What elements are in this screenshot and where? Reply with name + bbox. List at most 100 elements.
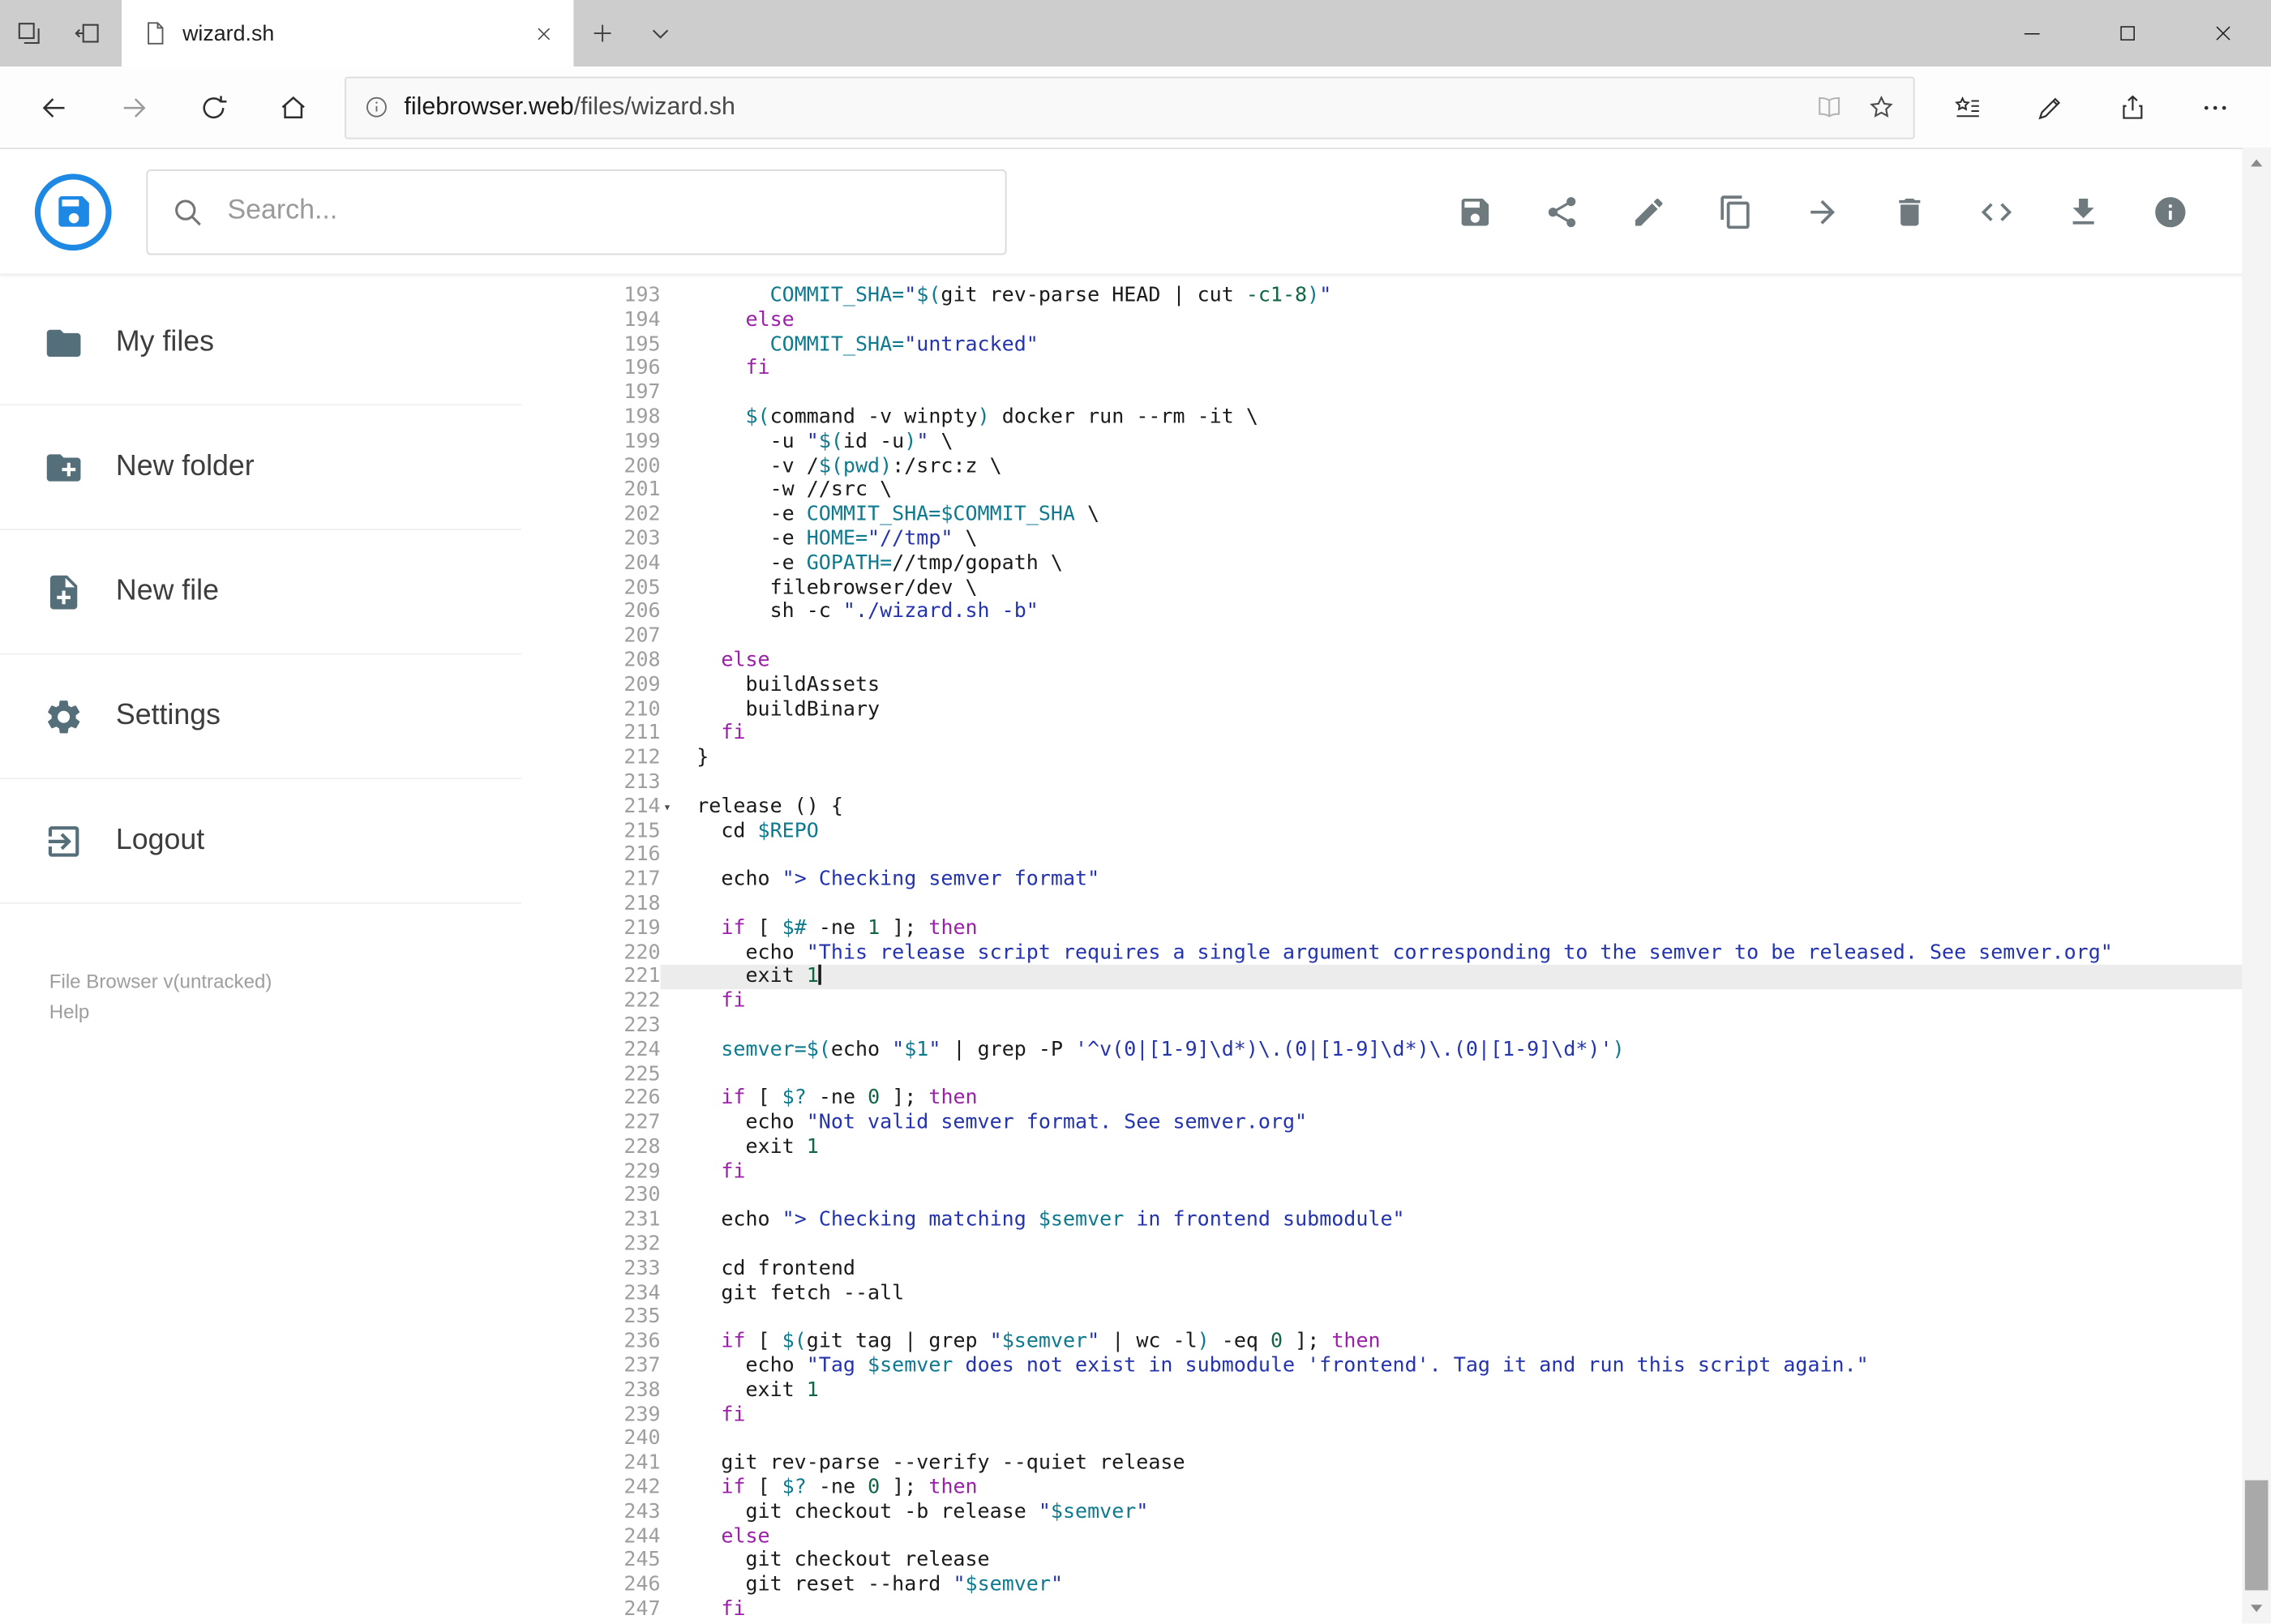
code-line[interactable]: 216 bbox=[521, 843, 2242, 868]
code-line[interactable]: 196 fi bbox=[521, 357, 2242, 381]
fold-arrow-icon[interactable]: ▾ bbox=[663, 796, 671, 821]
code-line[interactable]: 228 exit 1 bbox=[521, 1135, 2242, 1159]
code-line[interactable]: 199 -u "$(id -u)" \ bbox=[521, 430, 2242, 454]
code-line[interactable]: 247 fi bbox=[521, 1597, 2242, 1622]
copy-button[interactable] bbox=[1691, 168, 1778, 255]
code-line[interactable]: 207 bbox=[521, 624, 2242, 649]
reading-view-button[interactable] bbox=[1815, 92, 1844, 122]
code-line[interactable]: 218 bbox=[521, 892, 2242, 916]
settings-menu-button[interactable] bbox=[2174, 75, 2256, 139]
home-button[interactable] bbox=[254, 75, 333, 139]
code-line[interactable]: 243 git checkout -b release "$semver" bbox=[521, 1500, 2242, 1524]
sidebar-item-new-folder[interactable]: New folder bbox=[0, 405, 522, 530]
sidebar-item-new-file[interactable]: New file bbox=[0, 530, 522, 655]
delete-button[interactable] bbox=[1866, 168, 1952, 255]
share-button[interactable] bbox=[2091, 75, 2174, 139]
code-line[interactable]: 225 bbox=[521, 1062, 2242, 1086]
code-line[interactable]: 210 buildBinary bbox=[521, 697, 2242, 722]
help-link[interactable]: Help bbox=[49, 998, 473, 1028]
code-line[interactable]: 208 else bbox=[521, 649, 2242, 673]
code-line[interactable]: 223 bbox=[521, 1013, 2242, 1038]
code-line[interactable]: 211 fi bbox=[521, 722, 2242, 746]
code-line[interactable]: 245 git checkout release bbox=[521, 1549, 2242, 1573]
favorite-button[interactable] bbox=[1867, 92, 1896, 122]
code-line[interactable]: 238 exit 1 bbox=[521, 1378, 2242, 1403]
code-line[interactable]: 246 git reset --hard "$semver" bbox=[521, 1573, 2242, 1597]
code-line[interactable]: 193 COMMIT_SHA="$(git rev-parse HEAD | c… bbox=[521, 284, 2242, 308]
tabs-set-aside-button[interactable] bbox=[0, 0, 58, 66]
code-line[interactable]: 239 fi bbox=[521, 1403, 2242, 1427]
code-line[interactable]: 234 git fetch --all bbox=[521, 1281, 2242, 1305]
code-line[interactable]: 215 cd $REPO bbox=[521, 819, 2242, 843]
code-line[interactable]: 240 bbox=[521, 1427, 2242, 1451]
code-line[interactable]: 224 semver=$(echo "$1" | grep -P '^v(0|[… bbox=[521, 1038, 2242, 1062]
code-line[interactable]: 203 -e HOME="//tmp" \ bbox=[521, 527, 2242, 551]
new-tab-button[interactable] bbox=[573, 0, 631, 66]
code-line[interactable]: 226 if [ $? -ne 0 ]; then bbox=[521, 1086, 2242, 1111]
code-line[interactable]: 212} bbox=[521, 746, 2242, 770]
code-line[interactable]: 214 ▾ release () { bbox=[521, 795, 2242, 819]
minimize-button[interactable] bbox=[1984, 0, 2080, 66]
back-button[interactable] bbox=[15, 75, 94, 139]
code-line[interactable]: 231 echo "> Checking matching $semver in… bbox=[521, 1208, 2242, 1232]
scroll-up-button[interactable] bbox=[2242, 148, 2271, 179]
code-line[interactable]: 217 echo "> Checking semver format" bbox=[521, 868, 2242, 892]
site-info-icon[interactable] bbox=[363, 94, 389, 120]
code-line[interactable]: 202 -e COMMIT_SHA=$COMMIT_SHA \ bbox=[521, 503, 2242, 527]
web-note-button[interactable] bbox=[2009, 75, 2092, 139]
app-logo[interactable] bbox=[34, 173, 112, 251]
code-line[interactable]: 220 echo "This release script requires a… bbox=[521, 941, 2242, 965]
code-line[interactable]: 232 bbox=[521, 1232, 2242, 1257]
forward-button[interactable] bbox=[94, 75, 174, 139]
scrollbar-thumb[interactable] bbox=[2244, 1480, 2269, 1591]
code-line[interactable]: 230 bbox=[521, 1184, 2242, 1208]
code-line[interactable]: 209 buildAssets bbox=[521, 673, 2242, 697]
code-line[interactable]: 227 echo "Not valid semver format. See s… bbox=[521, 1111, 2242, 1135]
page-scrollbar[interactable] bbox=[2242, 148, 2271, 1624]
tab-close-button[interactable] bbox=[529, 18, 559, 49]
rename-button[interactable] bbox=[1605, 168, 1691, 255]
code-line[interactable]: 201 -w //src \ bbox=[521, 478, 2242, 503]
save-button[interactable] bbox=[1431, 168, 1518, 255]
hub-button[interactable] bbox=[1926, 75, 2009, 139]
search-box[interactable] bbox=[146, 169, 1007, 255]
browser-tab[interactable]: wizard.sh bbox=[122, 0, 574, 67]
code-line[interactable]: 205 filebrowser/dev \ bbox=[521, 576, 2242, 600]
code-line[interactable]: 235 bbox=[521, 1305, 2242, 1330]
sidebar-item-my-files[interactable]: My files bbox=[0, 281, 522, 406]
code-line[interactable]: 213 bbox=[521, 770, 2242, 795]
code-line[interactable]: 241 git rev-parse --verify --quiet relea… bbox=[521, 1451, 2242, 1476]
code-line[interactable]: 233 cd frontend bbox=[521, 1257, 2242, 1281]
download-button[interactable] bbox=[2039, 168, 2126, 255]
code-line[interactable]: 197 bbox=[521, 381, 2242, 405]
code-line[interactable]: 236 if [ $(git tag | grep "$semver" | wc… bbox=[521, 1330, 2242, 1354]
sidebar-item-logout[interactable]: Logout bbox=[0, 779, 522, 904]
code-line[interactable]: 194 else bbox=[521, 308, 2242, 332]
code-line[interactable]: 195 COMMIT_SHA="untracked" bbox=[521, 332, 2242, 357]
code-line[interactable]: 204 -e GOPATH=//tmp/gopath \ bbox=[521, 551, 2242, 576]
raw-view-button[interactable] bbox=[1952, 168, 2039, 255]
close-window-button[interactable] bbox=[2175, 0, 2271, 66]
info-button[interactable] bbox=[2126, 168, 2213, 255]
scroll-down-button[interactable] bbox=[2242, 1592, 2271, 1623]
set-tabs-aside-button[interactable] bbox=[58, 0, 115, 66]
code-line[interactable]: 219 if [ $# -ne 1 ]; then bbox=[521, 916, 2242, 941]
code-line[interactable]: 229 fi bbox=[521, 1159, 2242, 1184]
code-editor[interactable]: 193 COMMIT_SHA="$(git rev-parse HEAD | c… bbox=[521, 275, 2271, 1624]
code-line[interactable]: 244 else bbox=[521, 1524, 2242, 1549]
code-line[interactable]: 242 if [ $? -ne 0 ]; then bbox=[521, 1476, 2242, 1500]
sidebar-item-settings[interactable]: Settings bbox=[0, 654, 522, 780]
refresh-button[interactable] bbox=[174, 75, 253, 139]
code-line[interactable]: 206 sh -c "./wizard.sh -b" bbox=[521, 600, 2242, 624]
code-line[interactable]: 237 echo "Tag $semver does not exist in … bbox=[521, 1354, 2242, 1378]
tab-preview-toggle[interactable] bbox=[632, 0, 689, 66]
url-field[interactable]: filebrowser.web/files/wizard.sh bbox=[345, 75, 1915, 139]
search-input[interactable] bbox=[224, 194, 983, 229]
move-button[interactable] bbox=[1779, 168, 1866, 255]
code-line[interactable]: 200 -v /$(pwd):/src:z \ bbox=[521, 454, 2242, 478]
maximize-button[interactable] bbox=[2080, 0, 2175, 66]
share-file-button[interactable] bbox=[1518, 168, 1605, 255]
code-line[interactable]: 222 fi bbox=[521, 989, 2242, 1013]
code-line[interactable]: 198 $(command -v winpty) docker run --rm… bbox=[521, 405, 2242, 430]
code-line[interactable]: 221 exit 1 bbox=[521, 965, 2243, 990]
